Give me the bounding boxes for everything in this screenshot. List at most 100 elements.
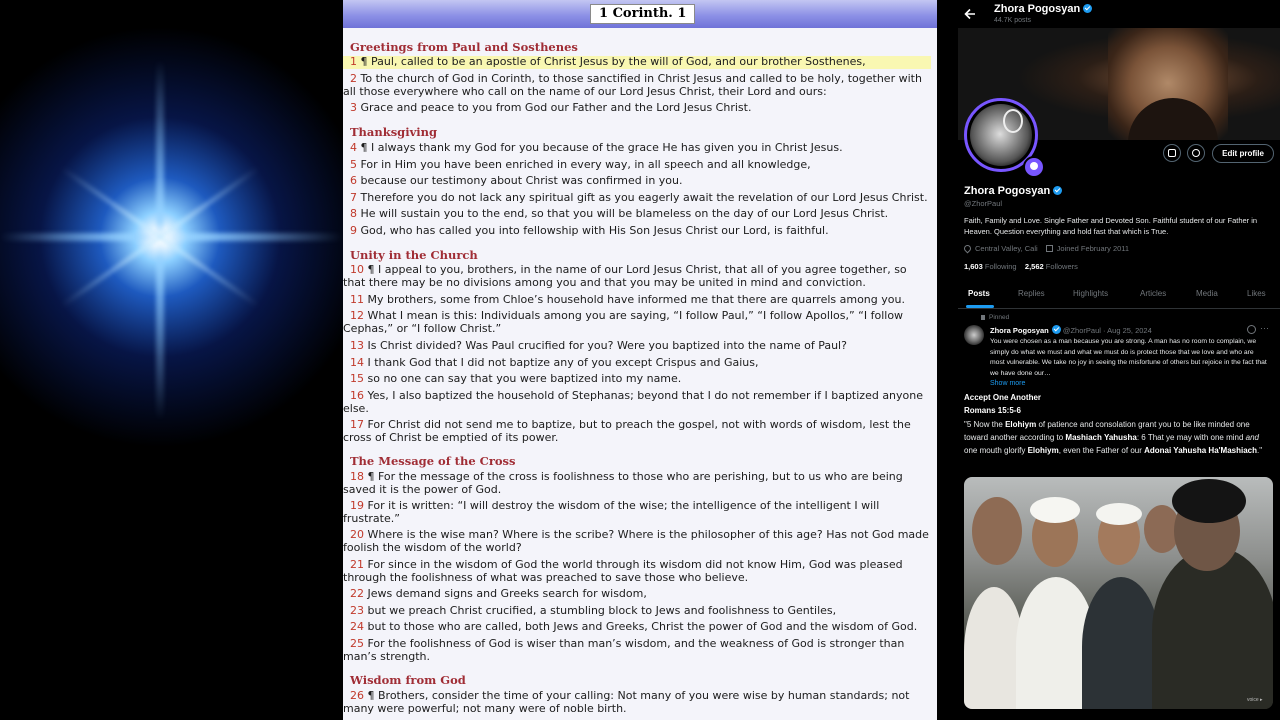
profile-joined: Joined February 2011 [1056, 244, 1130, 253]
calendar-icon [1045, 245, 1053, 252]
subscription-badge-icon [1023, 156, 1045, 178]
post-author[interactable]: Zhora Pogosyan [990, 326, 1049, 335]
verse[interactable]: 7 Therefore you do not lack any spiritua… [343, 191, 931, 205]
verse[interactable]: 10 ¶ I appeal to you, brothers, in the n… [343, 263, 931, 290]
verse[interactable]: 13 Is Christ divided? Was Paul crucified… [343, 339, 931, 353]
verse-text: Jews demand signs and Greeks search for … [367, 587, 647, 600]
verse-text: ¶ I appeal to you, brothers, in the name… [343, 263, 907, 289]
verified-badge-icon [1083, 4, 1093, 13]
verse[interactable]: 16 Yes, I also baptized the household of… [343, 389, 931, 416]
grok-icon[interactable] [1247, 325, 1256, 334]
verse-text: For Christ did not send me to baptize, b… [343, 418, 911, 444]
verse[interactable]: 9 God, who has called you into fellowshi… [343, 224, 931, 238]
verse[interactable]: 22 Jews demand signs and Greeks search f… [343, 587, 931, 601]
verse-text: ¶ I always thank my God for you because … [360, 141, 843, 154]
verse-number: 14 [350, 356, 364, 369]
media-button[interactable] [1163, 144, 1181, 162]
verse[interactable]: 26 ¶ Brothers, consider the time of your… [343, 689, 931, 716]
verse[interactable]: 21 For since in the wisdom of God the wo… [343, 558, 931, 585]
verse[interactable]: 4 ¶ I always thank my God for you becaus… [343, 141, 931, 155]
verse[interactable]: 19 For it is written: “I will destroy th… [343, 499, 931, 526]
verse-text: For it is written: “I will destroy the w… [343, 499, 880, 525]
profile-location: Central Valley, Cali [975, 244, 1038, 253]
tab-posts[interactable]: Posts [968, 289, 990, 298]
post-avatar[interactable] [964, 325, 984, 345]
verse[interactable]: 11 My brothers, some from Chloe’s househ… [343, 293, 931, 307]
back-arrow-icon[interactable] [963, 7, 977, 21]
person-figure [1152, 547, 1273, 709]
verse[interactable]: 14 I thank God that I did not baptize an… [343, 356, 931, 370]
cap [1172, 479, 1246, 523]
verse-text: Therefore you do not lack any spiritual … [360, 191, 928, 204]
verse-number: 6 [350, 174, 357, 187]
verse-number: 4 [350, 141, 357, 154]
verified-badge-icon [1051, 325, 1061, 334]
verse-number: 24 [350, 620, 364, 633]
pinned-label: Pinned [981, 314, 1009, 321]
verse[interactable]: 8 He will sustain you to the end, so tha… [343, 207, 931, 221]
more-options-button[interactable]: ··· [1260, 323, 1269, 333]
show-more-link[interactable]: Show more [990, 380, 1025, 387]
verse-text: ¶ Brothers, consider the time of your ca… [343, 689, 910, 715]
verse-number: 22 [350, 587, 364, 600]
post-scripture-text: "5 Now the Elohiym of patience and conso… [964, 420, 1263, 455]
camera-icon [1168, 149, 1176, 157]
verse[interactable]: 1 ¶ Paul, called to be an apostle of Chr… [343, 55, 931, 69]
turban [1096, 503, 1142, 525]
verse-number: 11 [350, 293, 364, 306]
section-heading: Thanksgiving [350, 125, 438, 139]
active-tab-indicator [966, 305, 994, 308]
verse[interactable]: 17 For Christ did not send me to baptize… [343, 418, 931, 445]
post-image[interactable]: voice ▸ [964, 477, 1273, 709]
followers-link[interactable]: 2,562 Followers [1025, 262, 1078, 271]
verse-text: because our testimony about Christ was c… [360, 174, 683, 187]
verse-number: 2 [350, 72, 357, 85]
verse-number: 7 [350, 191, 357, 204]
verse[interactable]: 12 What I mean is this: Individuals amon… [343, 309, 931, 336]
verse[interactable]: 23 but we preach Christ crucified, a stu… [343, 604, 931, 618]
profile-header-bar: Zhora Pogosyan 44.7K posts [937, 0, 1280, 28]
grok-button[interactable] [1187, 144, 1205, 162]
verse-text: I thank God that I did not baptize any o… [367, 356, 759, 369]
verse-number: 17 [350, 418, 364, 431]
verse[interactable]: 24 but to those who are called, both Jew… [343, 620, 931, 634]
verse[interactable]: 25 For the foolishness of God is wiser t… [343, 637, 931, 664]
section-heading: Unity in the Church [350, 248, 478, 262]
verse-number: 1 [350, 55, 357, 68]
verse-number: 20 [350, 528, 364, 541]
verse-text: but we preach Christ crucified, a stumbl… [367, 604, 837, 617]
tab-highlights[interactable]: Highlights [1073, 289, 1108, 298]
tab-replies[interactable]: Replies [1018, 289, 1045, 298]
verse-number: 16 [350, 389, 364, 402]
verse[interactable]: 5 For in Him you have been enriched in e… [343, 158, 931, 172]
profile-bio: Faith, Family and Love. Single Father an… [964, 216, 1258, 236]
person-figure [1082, 577, 1160, 709]
verse-text: For in Him you have been enriched in eve… [360, 158, 811, 171]
verse-text: ¶ For the message of the cross is foolis… [343, 470, 903, 496]
verse[interactable]: 18 ¶ For the message of the cross is foo… [343, 470, 931, 497]
verse-text: My brothers, some from Chloe’s household… [367, 293, 905, 306]
follow-stats: 1,603 Following 2,562 Followers [964, 262, 1078, 271]
verse[interactable]: 3 Grace and peace to you from God our Fa… [343, 101, 931, 115]
following-link[interactable]: 1,603 Following [964, 262, 1017, 271]
tennis-racket-shape [1003, 109, 1023, 133]
tab-likes[interactable]: Likes [1247, 289, 1266, 298]
verse[interactable]: 20 Where is the wise man? Where is the s… [343, 528, 931, 555]
verse-text: Yes, I also baptized the household of St… [343, 389, 924, 415]
post-title: Accept One Another [964, 393, 1042, 402]
verse-number: 10 [350, 263, 364, 276]
verse[interactable]: 6 because our testimony about Christ was… [343, 174, 931, 188]
verse[interactable]: 15 so no one can say that you were bapti… [343, 372, 931, 386]
profile-panel: Zhora Pogosyan 44.7K posts Edit profile … [937, 0, 1280, 720]
verse[interactable]: 2 To the church of God in Corinth, to th… [343, 72, 931, 99]
profile-handle: @ZhorPaul [964, 199, 1003, 208]
verse-number: 12 [350, 309, 364, 322]
person-figure [964, 587, 1024, 709]
avatar-photo [970, 104, 1032, 166]
verse-text: ¶ Paul, called to be an apostle of Chris… [360, 55, 866, 68]
tab-media[interactable]: Media [1196, 289, 1218, 298]
post-handle-date: @ZhorPaul · Aug 25, 2024 [1062, 326, 1152, 335]
chapter-reference[interactable]: 1 Corinth. 1 [590, 4, 696, 24]
tab-articles[interactable]: Articles [1140, 289, 1166, 298]
edit-profile-button[interactable]: Edit profile [1212, 144, 1274, 163]
